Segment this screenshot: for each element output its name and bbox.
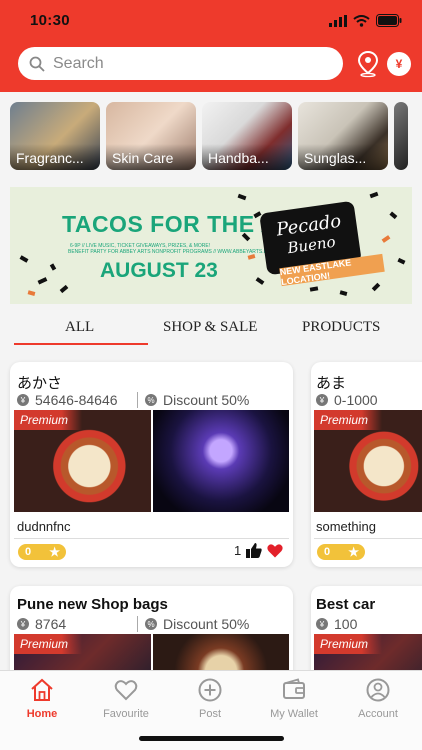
shop-photo[interactable] bbox=[153, 410, 289, 512]
category-sunglasses[interactable]: Sunglas... bbox=[298, 102, 388, 170]
search-input[interactable] bbox=[53, 54, 313, 73]
shop-name: あかさ bbox=[17, 375, 63, 392]
shop-price: ¥ 54646-84646 bbox=[17, 392, 118, 408]
rating-value: 0 bbox=[324, 546, 331, 558]
category-label: Skin Care bbox=[106, 144, 196, 170]
percent-icon: % bbox=[145, 618, 157, 630]
shop-price-value: 8764 bbox=[35, 616, 67, 632]
nav-home[interactable]: Home bbox=[0, 677, 84, 720]
premium-badge: Premium bbox=[314, 634, 383, 654]
tab-products[interactable]: PRODUCTS bbox=[302, 319, 380, 336]
nav-wallet[interactable]: My Wallet bbox=[252, 677, 336, 720]
nav-label: Favourite bbox=[103, 708, 149, 720]
heart-icon[interactable] bbox=[267, 543, 283, 558]
shop-discount: % Discount 50% bbox=[145, 392, 249, 408]
meta-divider bbox=[137, 392, 138, 408]
category-label: Sunglas... bbox=[298, 144, 388, 170]
heart-icon bbox=[84, 677, 168, 705]
shop-description: something bbox=[316, 519, 376, 534]
shop-description: dudnnfnc bbox=[17, 519, 71, 534]
category-carousel[interactable]: Fragranc... Skin Care Handba... Sunglas.… bbox=[10, 102, 408, 170]
app-header: 10:30 ¥ bbox=[0, 0, 422, 92]
yen-icon: ¥ bbox=[17, 618, 29, 630]
category-handbags[interactable]: Handba... bbox=[202, 102, 292, 170]
nav-label: Post bbox=[198, 708, 221, 720]
wallet-icon bbox=[252, 677, 336, 705]
location-button[interactable] bbox=[356, 50, 380, 78]
star-icon: ★ bbox=[49, 545, 60, 559]
like-count: 1 bbox=[234, 543, 242, 558]
user-icon bbox=[336, 677, 420, 705]
nav-favourite[interactable]: Favourite bbox=[84, 677, 168, 720]
nav-label: My Wallet bbox=[270, 708, 318, 720]
premium-badge: Premium bbox=[14, 410, 83, 430]
shop-discount: % Discount 50% bbox=[145, 616, 249, 632]
nav-label: Account bbox=[358, 708, 398, 720]
plus-circle-icon bbox=[168, 677, 252, 705]
status-time: 10:30 bbox=[30, 12, 70, 29]
card-divider bbox=[14, 538, 289, 539]
yen-icon: ¥ bbox=[316, 618, 328, 630]
star-icon: ★ bbox=[348, 545, 359, 559]
percent-icon: % bbox=[145, 394, 157, 406]
shop-name: Best car bbox=[316, 596, 376, 613]
active-tab-indicator bbox=[14, 343, 148, 345]
rating-pill[interactable]: 0 ★ bbox=[18, 544, 66, 560]
premium-badge: Premium bbox=[14, 634, 83, 654]
search-icon bbox=[29, 56, 45, 72]
app-screen: 10:30 ¥ Fragranc... Skin Care Handba... bbox=[0, 0, 422, 750]
status-icons bbox=[329, 14, 402, 27]
home-indicator bbox=[139, 736, 284, 741]
shop-photo[interactable]: Premium bbox=[14, 410, 151, 512]
signal-icon bbox=[329, 14, 347, 27]
nav-post[interactable]: Post bbox=[168, 677, 252, 720]
currency-button[interactable]: ¥ bbox=[387, 52, 411, 76]
category-label: Fragranc... bbox=[10, 144, 100, 170]
nav-label: Home bbox=[26, 708, 58, 720]
status-bar: 10:30 bbox=[0, 0, 422, 42]
yen-icon: ¥ bbox=[316, 394, 328, 406]
battery-icon bbox=[376, 14, 402, 27]
shop-price: ¥ 100 bbox=[316, 616, 357, 632]
location-pin-icon bbox=[357, 50, 379, 78]
card-divider bbox=[314, 538, 422, 539]
shop-name: あま bbox=[316, 375, 347, 392]
search-bar[interactable] bbox=[18, 47, 343, 80]
banner-date: AUGUST 23 bbox=[100, 259, 218, 282]
likes: 1 bbox=[234, 543, 283, 558]
banner-line2: BENEFIT PARTY FOR ABBEY ARTS NONPROFIT P… bbox=[68, 249, 272, 255]
promo-banner[interactable]: TACOS FOR THE ARTS 6-9P // LIVE MUSIC, T… bbox=[10, 187, 412, 304]
shop-price: ¥ 8764 bbox=[17, 616, 66, 632]
tab-shop-sale[interactable]: SHOP & SALE bbox=[163, 319, 257, 336]
thumbs-up-icon[interactable] bbox=[246, 543, 262, 558]
shop-price-value: 100 bbox=[334, 616, 358, 632]
shop-price-value: 54646-84646 bbox=[35, 392, 118, 408]
category-partial[interactable] bbox=[394, 102, 408, 170]
tab-all[interactable]: ALL bbox=[65, 319, 94, 336]
nav-account[interactable]: Account bbox=[336, 677, 420, 720]
shop-photo[interactable]: Premium bbox=[314, 410, 422, 512]
category-fragrance[interactable]: Fragranc... bbox=[10, 102, 100, 170]
shop-discount-value: Discount 50% bbox=[163, 392, 250, 408]
category-skin-care[interactable]: Skin Care bbox=[106, 102, 196, 170]
category-label: Handba... bbox=[202, 144, 292, 170]
yen-icon: ¥ bbox=[17, 394, 29, 406]
shop-card[interactable]: あま ¥ 0-1000 Premium something 0 ★ bbox=[311, 362, 422, 567]
rating-pill[interactable]: 0 ★ bbox=[317, 544, 365, 560]
shop-name: Pune new Shop bags bbox=[17, 596, 168, 613]
rating-value: 0 bbox=[25, 546, 32, 558]
shop-discount-value: Discount 50% bbox=[163, 616, 250, 632]
home-icon bbox=[0, 677, 84, 705]
wifi-icon bbox=[353, 14, 370, 27]
meta-divider bbox=[137, 616, 138, 632]
premium-badge: Premium bbox=[314, 410, 383, 430]
shop-price: ¥ 0-1000 bbox=[316, 392, 378, 408]
shop-price-value: 0-1000 bbox=[334, 392, 378, 408]
shop-card[interactable]: あかさ ¥ 54646-84646 % Discount 50% Premium… bbox=[10, 362, 293, 567]
